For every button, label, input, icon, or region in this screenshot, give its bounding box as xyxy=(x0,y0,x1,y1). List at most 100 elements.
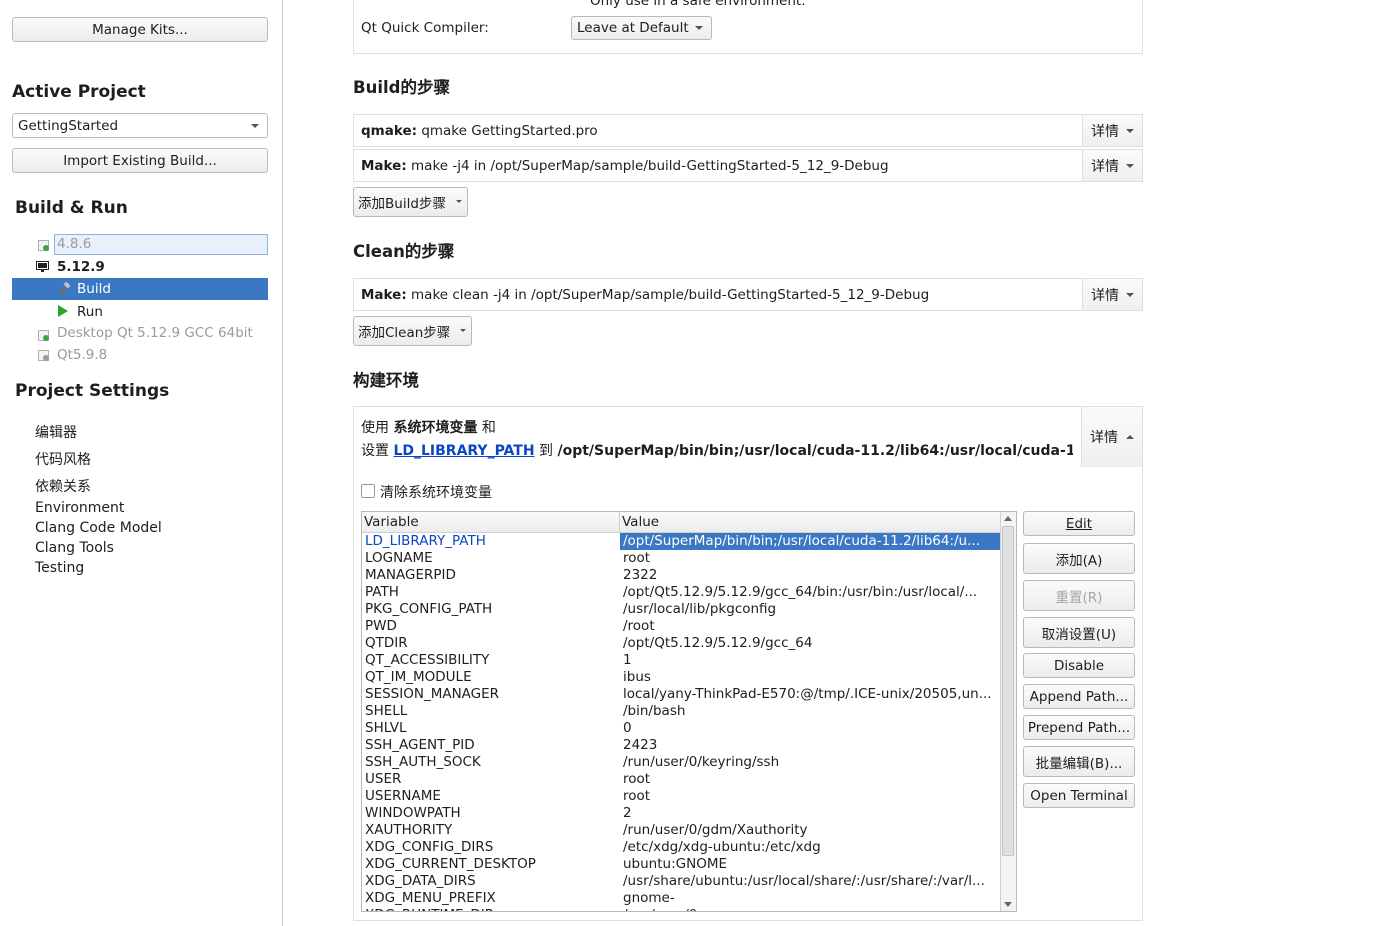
unset-env-button[interactable]: 取消设置(U) xyxy=(1023,617,1135,648)
kit-item-5129[interactable]: 5.12.9 xyxy=(36,259,268,277)
edit-button[interactable]: Edit xyxy=(1023,511,1135,536)
project-settings-title: Project Settings xyxy=(15,381,170,401)
table-scrollbar[interactable] xyxy=(1000,512,1016,911)
env-variable-value: /run/user/0/keyring/ssh xyxy=(623,754,780,770)
table-row[interactable]: SSH_AUTH_SOCK/run/user/0/keyring/ssh xyxy=(362,754,1001,771)
table-row[interactable]: MANAGERPID 2322 xyxy=(362,567,1001,584)
env-variable-value: ibus xyxy=(623,669,651,685)
kit-run-item[interactable]: Run xyxy=(12,302,268,322)
chevron-down-icon xyxy=(1126,128,1134,133)
table-row[interactable]: QT_ACCESSIBILITY 1 xyxy=(362,652,1001,669)
header-divider xyxy=(619,512,620,532)
table-row[interactable]: XDG_DATA_DIRS/usr/share/ubuntu:/usr/loca… xyxy=(362,873,1001,890)
kit-item-598[interactable]: Qt5.9.8 xyxy=(36,346,268,366)
table-row[interactable]: XDG_RUNTIME_DIR/run/user/0 xyxy=(362,907,1001,911)
add-clean-step-button[interactable]: 添加Clean步骤 xyxy=(353,316,472,346)
clear-system-env-label: 清除系统环境变量 xyxy=(380,485,492,501)
table-row[interactable]: SHLVL 0 xyxy=(362,720,1001,737)
env-variable-value: /opt/SuperMap/bin/bin;/usr/local/cuda-11… xyxy=(620,533,1000,550)
build-step-make-details-button[interactable]: 详情 xyxy=(1082,150,1142,181)
settings-item-environment[interactable]: Environment xyxy=(35,500,124,516)
append-path-button[interactable]: Append Path... xyxy=(1023,684,1135,709)
details-label: 详情 xyxy=(1091,123,1119,140)
kit-item-486[interactable]: 4.8.6 xyxy=(36,234,268,255)
clear-system-env-checkbox[interactable]: 清除系统环境变量 xyxy=(361,482,521,501)
col-value-header[interactable]: Value xyxy=(622,514,659,530)
env-variable-value: 0 xyxy=(623,720,632,736)
batch-edit-button[interactable]: 批量编辑(B)... xyxy=(1023,746,1135,777)
clean-step-make-label: Make: xyxy=(361,286,407,303)
kit-item-desktop[interactable]: Desktop Qt 5.12.9 GCC 64bit xyxy=(36,324,268,344)
settings-item-code-style[interactable]: 代码风格 xyxy=(35,449,91,469)
table-row[interactable]: SSH_AGENT_PID 2423 xyxy=(362,737,1001,754)
settings-item-editor[interactable]: 编辑器 xyxy=(35,422,77,442)
chevron-down-icon xyxy=(460,329,466,332)
table-row[interactable]: PATH/opt/Qt5.12.9/5.12.9/gcc_64/bin:/usr… xyxy=(362,584,1001,601)
table-row[interactable]: XAUTHORITY/run/user/0/gdm/Xauthority xyxy=(362,822,1001,839)
env-variable-name: QT_ACCESSIBILITY xyxy=(365,652,490,668)
build-env-summary: 使用 系统环境变量 和 设置 LD_LIBRARY_PATH 到 /opt/Su… xyxy=(361,417,1073,465)
qt-quick-compiler-select[interactable]: Leave at Default xyxy=(571,16,712,40)
env-variable-name: XDG_DATA_DIRS xyxy=(365,873,476,889)
build-env-line2-value: /opt/SuperMap/bin/bin;/usr/local/cuda-11… xyxy=(557,443,1073,459)
kit-run-label: Run xyxy=(77,304,103,320)
details-label: 详情 xyxy=(1091,287,1119,304)
reset-env-button[interactable]: 重置(R) xyxy=(1023,580,1135,611)
build-env-line1-prefix: 使用 xyxy=(361,420,389,436)
table-row[interactable]: XDG_CURRENT_DESKTOP ubuntu:GNOME xyxy=(362,856,1001,873)
clean-step-make-text: make clean -j4 in /opt/SuperMap/sample/b… xyxy=(411,286,930,303)
settings-item-clang-code-model[interactable]: Clang Code Model xyxy=(35,520,162,536)
manage-kits-button[interactable]: Manage Kits... xyxy=(12,17,268,42)
env-variables-table[interactable]: Variable Value LD_LIBRARY_PATH/opt/Super… xyxy=(361,511,1017,912)
table-row[interactable]: XDG_CONFIG_DIRS/etc/xdg/xdg-ubuntu:/etc/… xyxy=(362,839,1001,856)
qmake-config-panel: Only use in a safe environment. Qt Quick… xyxy=(353,0,1143,54)
table-row[interactable]: LD_LIBRARY_PATH/opt/SuperMap/bin/bin;/us… xyxy=(362,533,1001,550)
env-variable-value: /opt/Qt5.12.9/5.12.9/gcc_64/bin:/usr/bin… xyxy=(623,584,978,600)
add-env-button[interactable]: 添加(A) xyxy=(1023,543,1135,574)
table-row[interactable]: XDG_MENU_PREFIX gnome- xyxy=(362,890,1001,907)
table-row[interactable]: QTDIR/opt/Qt5.12.9/5.12.9/gcc_64 xyxy=(362,635,1001,652)
project-selector[interactable]: GettingStarted xyxy=(12,113,268,138)
table-row[interactable]: PKG_CONFIG_PATH/usr/local/lib/pkgconfig xyxy=(362,601,1001,618)
build-env-line1-bold: 系统环境变量 xyxy=(393,420,478,436)
env-variable-value: 2322 xyxy=(623,567,658,583)
build-step-qmake-details-button[interactable]: 详情 xyxy=(1082,115,1142,146)
project-selector-value: GettingStarted xyxy=(18,117,119,134)
settings-item-dependencies[interactable]: 依赖关系 xyxy=(35,476,91,496)
settings-item-testing[interactable]: Testing xyxy=(35,560,84,576)
env-variable-value: /run/user/0/gdm/Xauthority xyxy=(623,822,808,838)
env-variable-value: 2423 xyxy=(623,737,658,753)
kit-item-486-edit[interactable]: 4.8.6 xyxy=(54,234,268,255)
build-env-line1: 使用 系统环境变量 和 xyxy=(361,417,496,437)
kit-build-item[interactable]: Build xyxy=(12,278,268,300)
scrollbar-thumb[interactable] xyxy=(1002,526,1014,856)
table-row[interactable]: SESSION_MANAGER local/yany-ThinkPad-E570:… xyxy=(362,686,1001,703)
settings-item-clang-tools[interactable]: Clang Tools xyxy=(35,540,114,556)
build-step-make: Make: make -j4 in /opt/SuperMap/sample/b… xyxy=(353,149,1143,182)
col-variable-header[interactable]: Variable xyxy=(364,514,419,530)
table-row[interactable]: QT_IM_MODULE ibus xyxy=(362,669,1001,686)
build-env-line2-prefix: 设置 xyxy=(361,443,389,459)
table-row[interactable]: SHELL/bin/bash xyxy=(362,703,1001,720)
ld-library-path-link[interactable]: LD_LIBRARY_PATH xyxy=(393,443,534,459)
env-variable-value: /run/user/0 xyxy=(620,907,1000,911)
table-row[interactable]: PWD/root xyxy=(362,618,1001,635)
build-env-details-button[interactable]: 详情 xyxy=(1081,407,1142,467)
env-variable-value: /bin/bash xyxy=(623,703,686,719)
open-terminal-button[interactable]: Open Terminal xyxy=(1023,783,1135,808)
env-variable-name: PWD xyxy=(365,618,397,634)
disable-env-button[interactable]: Disable xyxy=(1023,653,1135,678)
table-row[interactable]: USERNAME root xyxy=(362,788,1001,805)
table-row[interactable]: LOGNAME root xyxy=(362,550,1001,567)
hammer-icon xyxy=(58,282,71,295)
env-variable-name: SSH_AGENT_PID xyxy=(365,737,475,753)
table-row[interactable]: USER root xyxy=(362,771,1001,788)
env-variable-name: QT_IM_MODULE xyxy=(365,669,472,685)
import-existing-build-button[interactable]: Import Existing Build... xyxy=(12,148,268,173)
clean-step-make-details-button[interactable]: 详情 xyxy=(1082,279,1142,310)
clean-step-make: Make: make clean -j4 in /opt/SuperMap/sa… xyxy=(353,278,1143,311)
prepend-path-button[interactable]: Prepend Path... xyxy=(1023,715,1135,740)
add-build-step-button[interactable]: 添加Build步骤 xyxy=(353,187,468,217)
table-row[interactable]: WINDOWPATH 2 xyxy=(362,805,1001,822)
clean-step-make-summary: Make: make clean -j4 in /opt/SuperMap/sa… xyxy=(354,287,1082,303)
